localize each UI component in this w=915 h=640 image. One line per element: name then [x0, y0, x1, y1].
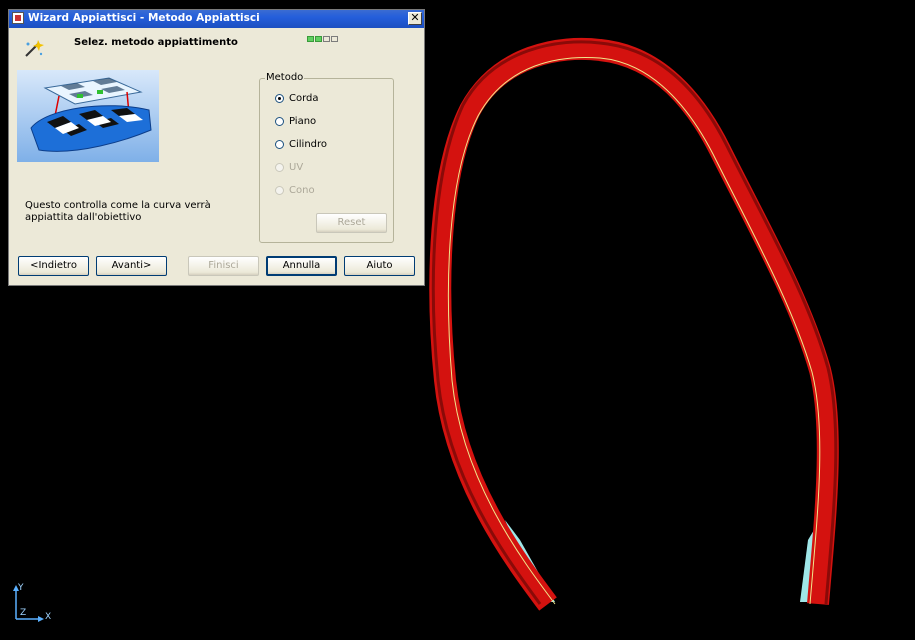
step-heading: Selez. metodo appiattimento	[74, 37, 238, 48]
radio-label: Cilindro	[289, 138, 328, 150]
progress-step	[307, 36, 314, 42]
radio-label: Cono	[289, 184, 315, 196]
close-button[interactable]: ✕	[408, 12, 422, 25]
finish-button: Finisci	[188, 256, 259, 276]
radio-indicator[interactable]	[275, 93, 284, 103]
axis-x-label: X	[45, 612, 52, 622]
radio-indicator	[275, 185, 284, 195]
app-icon	[12, 12, 24, 24]
progress-step	[323, 36, 330, 42]
radio-label: Corda	[289, 92, 319, 104]
radio-label: Piano	[289, 115, 317, 127]
radio-indicator	[275, 162, 284, 172]
next-button[interactable]: Avanti>	[96, 256, 167, 276]
method-groupbox: Metodo Corda Piano Cilindro UV Cono Rese…	[259, 72, 394, 243]
radio-indicator[interactable]	[275, 139, 284, 149]
axis-triad: Y Z X	[10, 583, 54, 627]
radio-cilindro[interactable]: Cilindro	[275, 137, 327, 151]
wizard-progress	[307, 36, 338, 42]
red-curve-tube	[429, 37, 839, 611]
wizard-wand-icon	[25, 40, 44, 57]
step-description: Questo controlla come la curva verrà app…	[25, 200, 211, 223]
back-button[interactable]: <Indietro	[18, 256, 89, 276]
flatten-illustration	[17, 70, 159, 162]
method-legend: Metodo	[265, 72, 305, 83]
radio-uv: UV	[275, 160, 303, 174]
flatten-wizard-dialog: Wizard Appiattisci - Metodo Appiattisci …	[8, 9, 425, 286]
axis-z-label: Z	[20, 608, 27, 618]
dialog-titlebar[interactable]: Wizard Appiattisci - Metodo Appiattisci …	[9, 10, 424, 28]
radio-corda[interactable]: Corda	[275, 91, 319, 105]
reset-button: Reset	[316, 213, 387, 233]
axis-y-label: Y	[18, 583, 24, 593]
radio-label: UV	[289, 161, 304, 173]
radio-piano[interactable]: Piano	[275, 114, 316, 128]
radio-cono: Cono	[275, 183, 315, 197]
progress-step	[315, 36, 322, 42]
radio-indicator[interactable]	[275, 116, 284, 126]
cancel-button[interactable]: Annulla	[266, 256, 337, 276]
help-button[interactable]: Aiuto	[344, 256, 415, 276]
progress-step	[331, 36, 338, 42]
dialog-title: Wizard Appiattisci - Metodo Appiattisci	[28, 12, 260, 24]
